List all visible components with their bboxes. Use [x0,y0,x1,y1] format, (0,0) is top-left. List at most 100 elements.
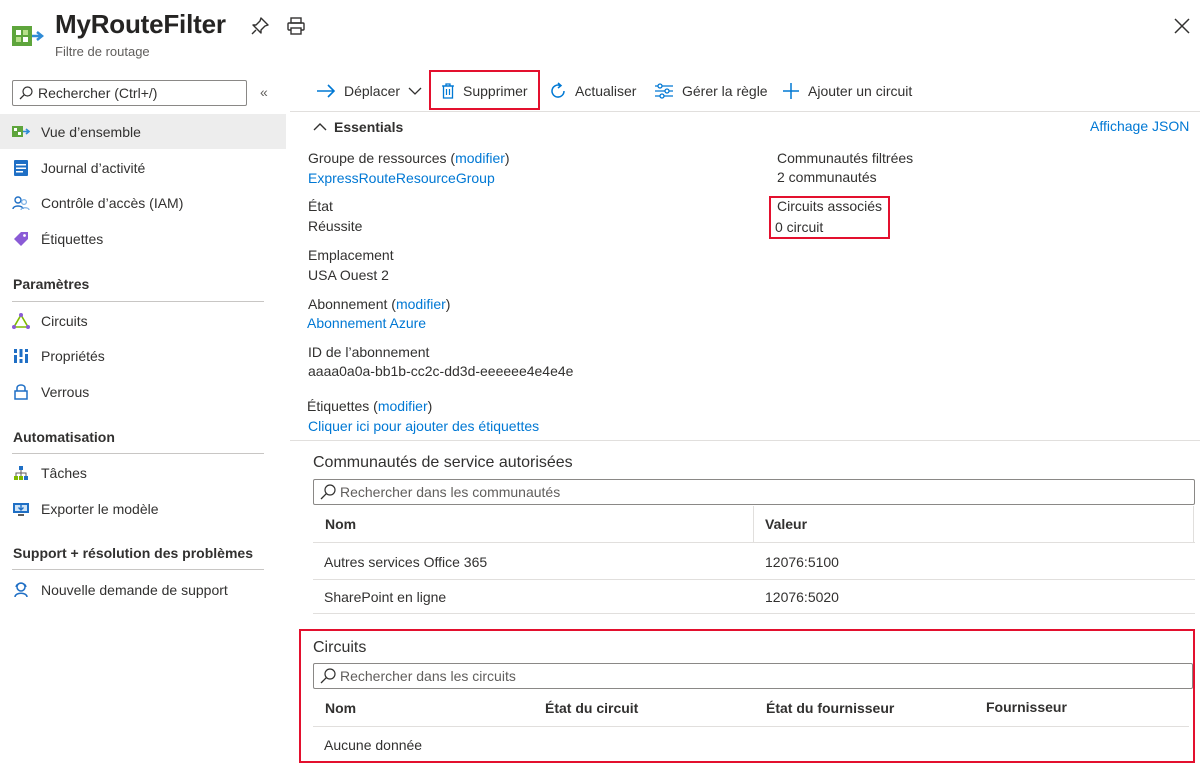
column-header-name[interactable]: Nom [325,700,356,716]
column-divider [1193,506,1194,542]
empty-state-text: Aucune donnée [324,737,423,753]
toolbar-divider [290,111,1200,112]
circuits-search-input[interactable]: Rechercher dans les circuits [313,663,1193,689]
circuits-search-placeholder: Rechercher dans les circuits [340,668,516,684]
route-filter-icon [12,123,30,141]
sidebar-item-label: Circuits [41,312,88,329]
manage-rule-button[interactable]: Gérer la règle [654,80,768,102]
community-value-cell: 12076:5020 [765,589,839,605]
circuits-highlight-box [299,629,1195,763]
properties-icon [12,347,30,365]
search-icon [19,86,33,100]
state-value: Réussite [308,218,363,234]
chevron-down-icon [408,87,422,95]
section-divider [12,301,264,302]
page-subtitle: Filtre de routage [55,44,150,59]
column-divider[interactable] [753,506,754,542]
sidebar-item-locks[interactable]: Verrous [0,374,286,409]
subscription-modify-link[interactable]: modifier [396,296,446,312]
row-divider [313,579,1195,580]
sidebar-item-activity-log[interactable]: Journal d’activité [0,150,286,185]
subscription-id-value: aaaa0a0a-bb1b-cc2c-dd3d-eeeeee4e4e4e [308,363,574,379]
move-button[interactable]: Déplacer [316,80,422,102]
resource-group-label-text: Groupe de ressources [308,150,447,166]
sidebar-item-label: Contrôle d’accès (IAM) [41,194,184,211]
move-label: Déplacer [344,83,401,99]
subscription-value[interactable]: Abonnement Azure [307,315,426,331]
column-header-provider[interactable]: Fournisseur [986,699,1067,715]
row-divider [313,613,1195,614]
refresh-button[interactable]: Actualiser [549,80,636,102]
refresh-icon [551,82,565,98]
route-filter-icon [12,26,44,46]
tags-label: Étiquettes (modifier) [307,398,433,414]
sidebar-item-iam[interactable]: Contrôle d’accès (IAM) [0,185,286,220]
column-header-provider-state[interactable]: État du fournisseur [766,700,894,716]
search-icon [320,484,336,500]
collapse-sidebar-button[interactable]: « [260,84,268,100]
json-view-link[interactable]: Affichage JSON [1090,118,1189,134]
add-circuit-label: Ajouter un circuit [808,83,913,99]
section-divider [12,569,264,570]
tag-icon [12,230,30,248]
community-name-cell: SharePoint en ligne [324,589,447,605]
section-divider [12,453,264,454]
add-circuit-button[interactable]: Ajouter un circuit [782,80,912,102]
location-value: USA Ouest 2 [308,267,389,283]
sidebar-item-tags[interactable]: Étiquettes [0,221,286,256]
export-template-icon [12,500,30,518]
resource-group-modify-link[interactable]: modifier [455,150,505,166]
refresh-label: Actualiser [575,83,637,99]
sidebar-search-input[interactable]: Rechercher (Ctrl+/) [12,80,247,106]
essentials-toggle[interactable]: Essentials [313,119,403,135]
column-header-value[interactable]: Valeur [765,516,807,532]
column-header-name[interactable]: Nom [325,516,356,532]
sidebar-item-overview[interactable]: Vue d’ensemble [0,114,286,149]
print-icon[interactable] [286,16,306,36]
sidebar-item-label: Journal d’activité [41,159,146,176]
pin-icon[interactable] [250,16,270,36]
sidebar-item-label: Propriétés [41,347,105,364]
sidebar-item-export-template[interactable]: Exporter le modèle [0,491,286,526]
sidebar-item-label: Tâches [41,464,87,481]
sidebar-item-circuits[interactable]: Circuits [0,303,286,338]
sidebar: Rechercher (Ctrl+/) « Vue d’ensemble Jou… [0,70,286,767]
chevron-up-icon [313,123,327,131]
sidebar-item-label: Étiquettes [41,230,104,247]
tags-modify-link[interactable]: modifier [378,398,428,414]
section-title-settings: Paramètres [13,276,90,292]
section-title-support: Support + résolution des problèmes [13,545,253,561]
essentials-label: Essentials [334,119,404,135]
page-title: MyRouteFilter [55,9,226,39]
row-divider [313,542,1195,543]
settings-sliders-icon [655,83,673,99]
page-header: MyRouteFilter Filtre de routage [0,0,1200,70]
circuits-title: Circuits [313,639,367,656]
state-label: État [308,198,333,214]
essentials-divider [290,440,1200,441]
sidebar-item-label: Vue d’ensemble [41,123,141,140]
subscription-label-text: Abonnement [308,296,388,312]
row-divider [313,726,1189,727]
sidebar-item-tasks[interactable]: Tâches [0,455,286,490]
plus-icon [783,83,799,99]
subscription-label: Abonnement (modifier) [308,296,451,312]
close-icon[interactable] [1172,16,1192,36]
sidebar-search-placeholder: Rechercher (Ctrl+/) [38,85,158,101]
column-header-circuit-state[interactable]: État du circuit [545,700,638,716]
resource-group-label: Groupe de ressources (modifier) [308,150,510,166]
delete-highlight-box [429,70,540,110]
manage-rule-label: Gérer la règle [682,83,768,99]
tasks-icon [12,464,30,482]
communities-search-input[interactable]: Rechercher dans les communautés [313,479,1195,505]
add-tags-link[interactable]: Cliquer ici pour ajouter des étiquettes [308,418,539,434]
resource-group-value[interactable]: ExpressRouteResourceGroup [308,170,495,186]
people-icon [12,194,30,212]
tags-label-text: Étiquettes [307,398,370,414]
filtered-communities-value: 2 communautés [777,169,877,185]
community-value-cell: 12076:5100 [765,554,839,570]
communities-search-placeholder: Rechercher dans les communautés [340,484,561,500]
lock-icon [12,383,30,401]
sidebar-item-properties[interactable]: Propriétés [0,338,286,373]
sidebar-item-new-support-request[interactable]: Nouvelle demande de support [0,572,286,607]
